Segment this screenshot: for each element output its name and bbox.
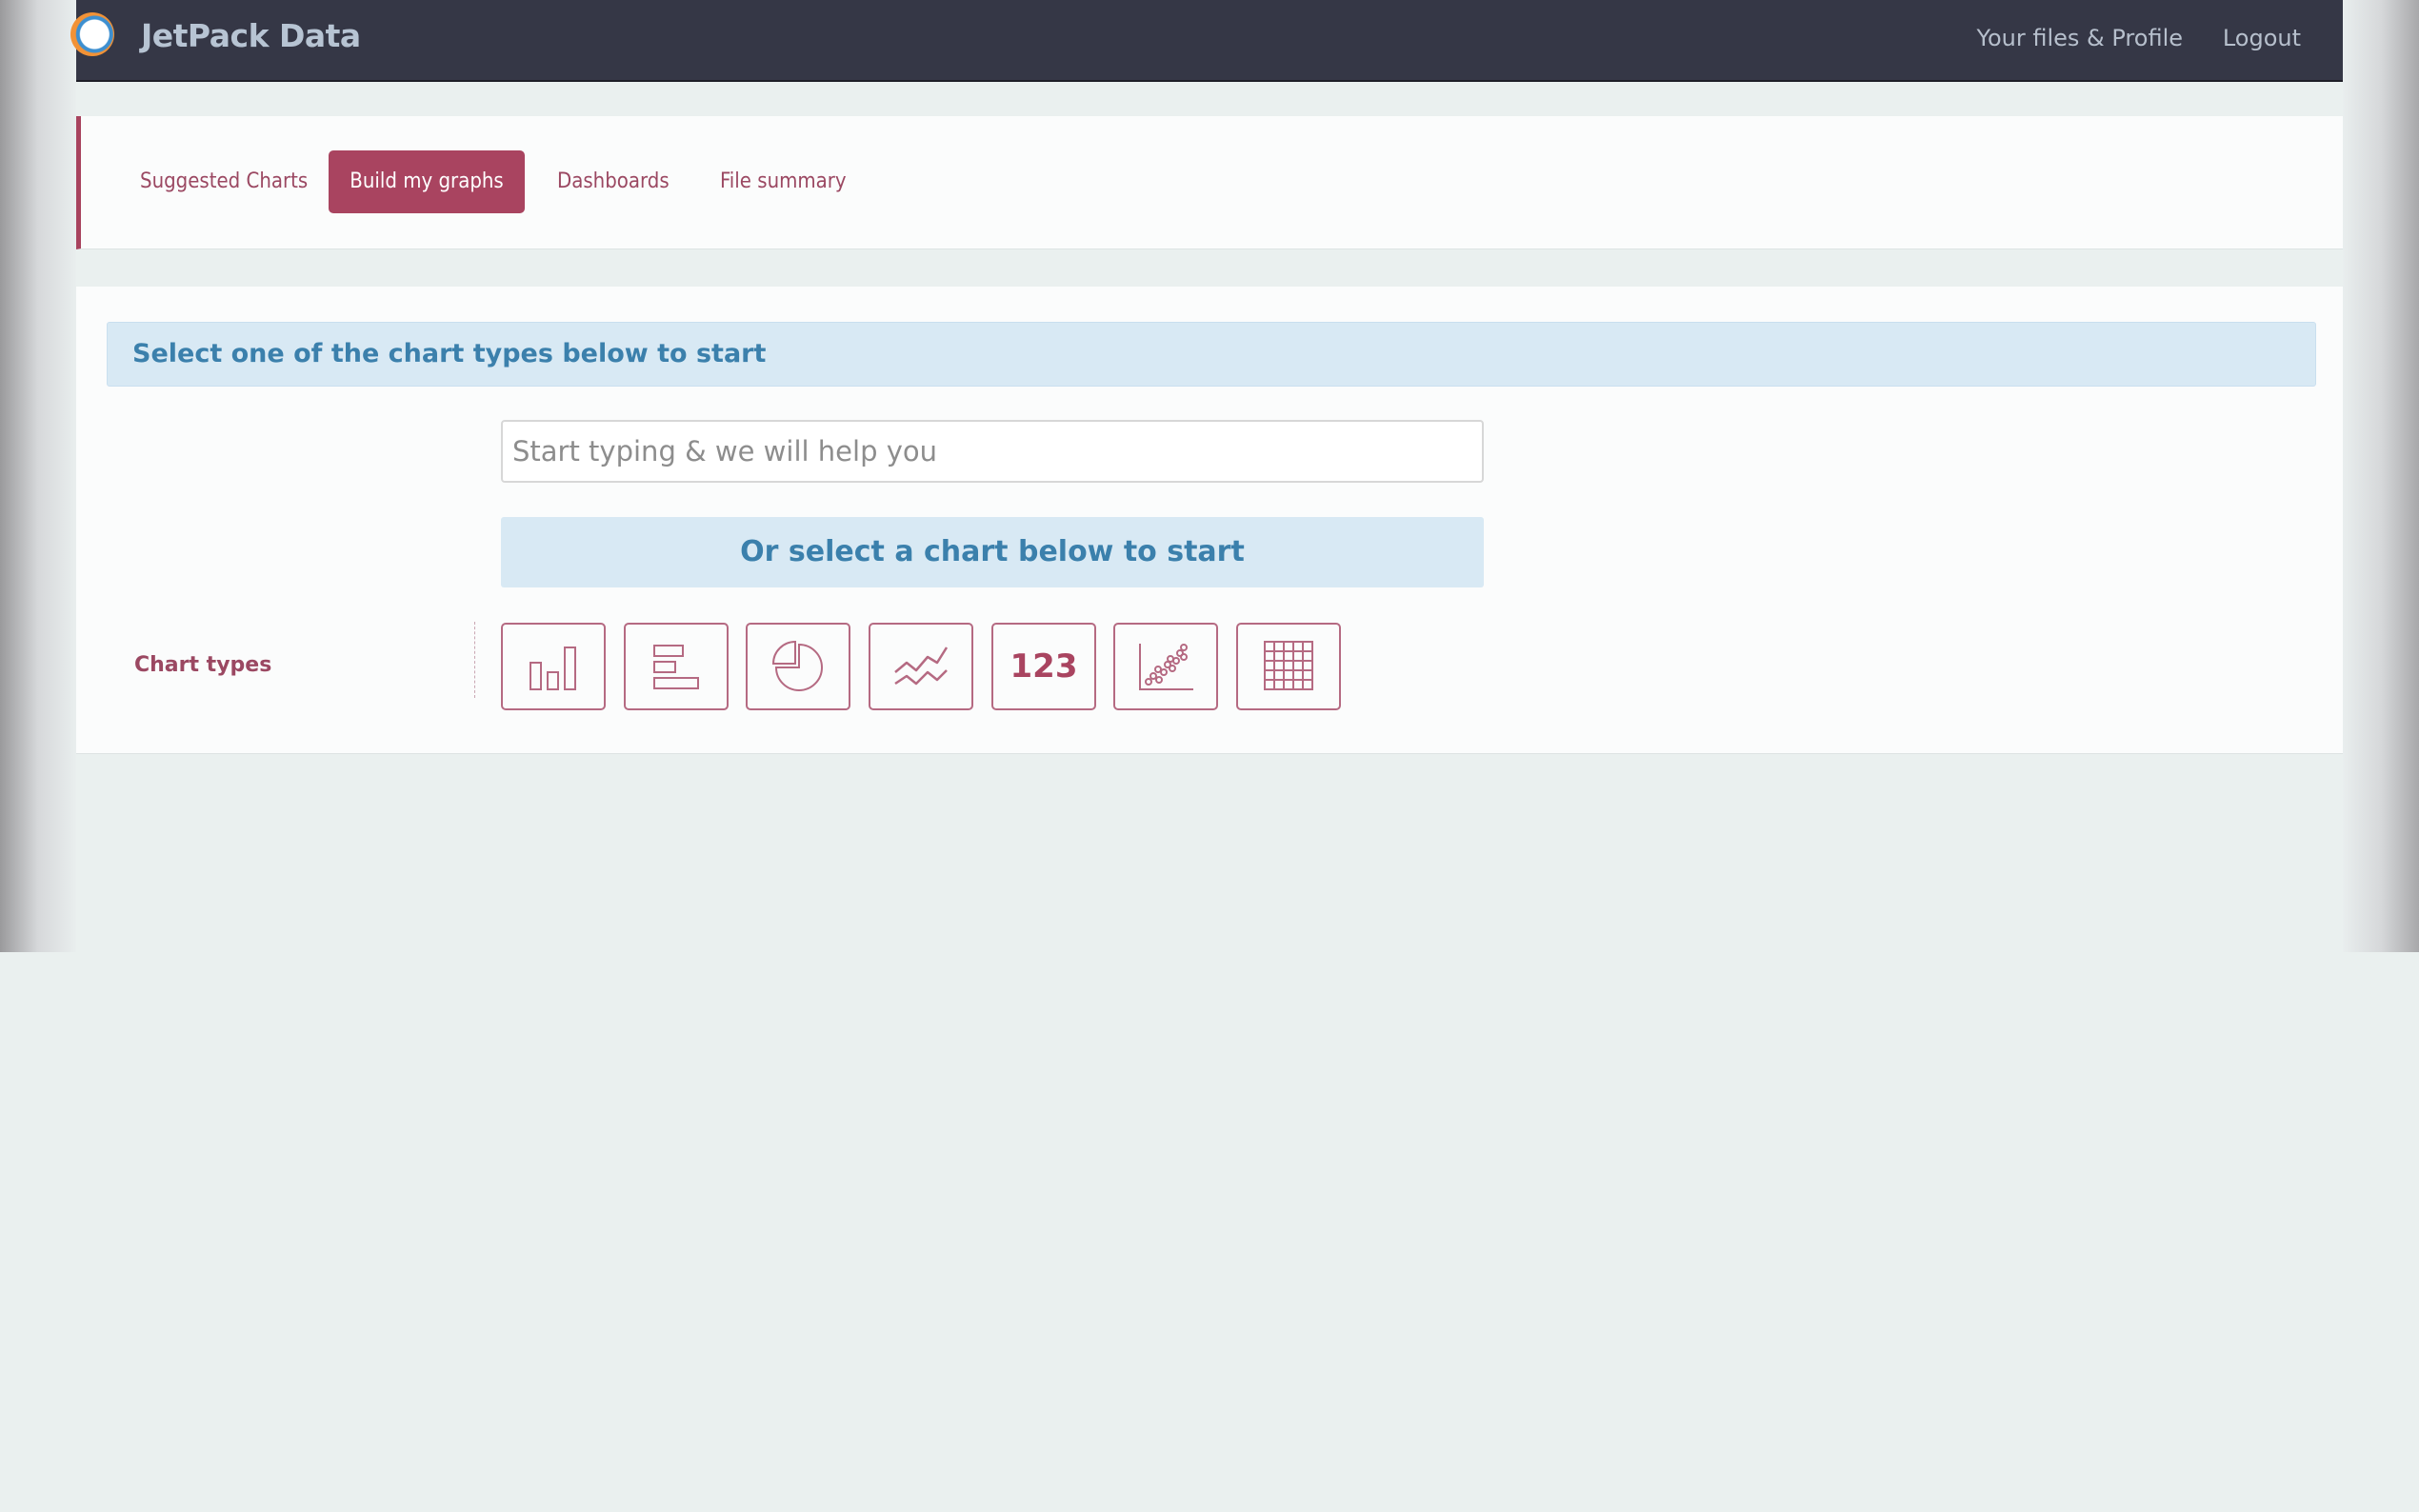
tab-build-my-graphs[interactable]: Build my graphs bbox=[329, 150, 525, 213]
chart-search-input[interactable] bbox=[501, 420, 1484, 483]
scatter-plot-icon bbox=[1139, 644, 1193, 690]
files-profile-link[interactable]: Your files & Profile bbox=[1976, 25, 2183, 51]
select-chart-hint: Or select a chart below to start bbox=[501, 517, 1484, 587]
app-window: JetPack Data Your files & Profile Logout… bbox=[70, 0, 2343, 1512]
number-indicator-icon: 123 bbox=[1010, 647, 1078, 686]
chart-type-number-button[interactable]: 123 bbox=[991, 623, 1096, 710]
chart-type-line-button[interactable] bbox=[869, 623, 973, 710]
jetpack-logo-icon[interactable] bbox=[70, 12, 114, 56]
chart-type-horizontal-bar-button[interactable] bbox=[624, 623, 729, 710]
tab-dashboards[interactable]: Dashboards bbox=[557, 150, 670, 213]
table-icon bbox=[1264, 641, 1313, 690]
divider bbox=[474, 622, 475, 698]
chart-type-pie-button[interactable] bbox=[746, 623, 850, 710]
chart-type-vertical-bar-button[interactable] bbox=[501, 623, 606, 710]
chart-type-scatter-button[interactable] bbox=[1113, 623, 1218, 710]
logout-link[interactable]: Logout bbox=[2223, 25, 2301, 51]
info-alert: Select one of the chart types below to s… bbox=[107, 322, 2316, 387]
chart-types-label: Chart types bbox=[134, 653, 272, 677]
vertical-bar-chart-icon bbox=[530, 647, 576, 690]
info-alert-text: Select one of the chart types below to s… bbox=[132, 339, 767, 368]
top-navbar: JetPack Data Your files & Profile Logout bbox=[70, 0, 2343, 82]
pie-chart-icon bbox=[771, 640, 823, 691]
chart-type-table-button[interactable] bbox=[1236, 623, 1341, 710]
chart-builder-panel: Select one of the chart types below to s… bbox=[76, 287, 2343, 754]
tab-suggested-charts[interactable]: Suggested Charts bbox=[140, 150, 308, 213]
line-chart-icon bbox=[894, 647, 949, 686]
tab-file-summary[interactable]: File summary bbox=[720, 150, 847, 213]
brand-name[interactable]: JetPack Data bbox=[141, 17, 361, 54]
tabs-panel: Suggested Charts Build my graphs Dashboa… bbox=[76, 116, 2343, 249]
horizontal-bar-chart-icon bbox=[653, 645, 699, 689]
